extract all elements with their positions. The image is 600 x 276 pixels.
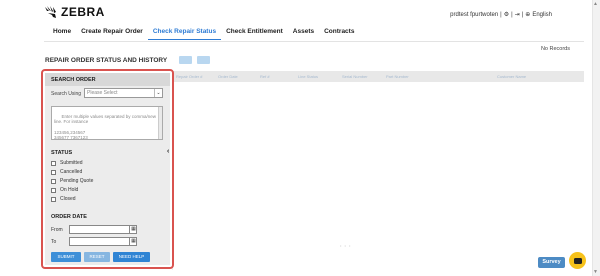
nav-assets[interactable]: Assets: [288, 28, 319, 40]
to-date-input[interactable]: [69, 237, 137, 246]
nav-divider: [44, 41, 584, 42]
page-scrollbar[interactable]: ▲ ▼: [592, 0, 600, 276]
toolbar-button[interactable]: [179, 56, 192, 64]
submit-button[interactable]: SUBMIT: [51, 252, 81, 262]
reset-button[interactable]: RESET: [84, 252, 110, 262]
column-header[interactable]: Repair Order #: [176, 74, 202, 79]
column-header[interactable]: Order Date: [218, 74, 238, 79]
user-bar: prdtest fpurtwoten | ⚙ | ⇥ | ⊕ English: [450, 11, 552, 19]
status-title: STATUS: [51, 150, 73, 156]
checkbox[interactable]: [51, 196, 56, 202]
search-values-textarea[interactable]: Enter multiple values separated by comma…: [51, 106, 163, 140]
main-nav: Home Create Repair Order Check Repair St…: [48, 28, 359, 40]
status-label: Submitted: [60, 160, 83, 166]
results-grid-body: [172, 82, 584, 270]
pager-dots: • • •: [340, 243, 352, 248]
status-label: Closed: [60, 196, 76, 202]
column-header[interactable]: Line Status: [298, 74, 318, 79]
search-using-select[interactable]: Please Select ⌄: [84, 88, 163, 98]
logout-icon[interactable]: ⇥: [515, 11, 520, 18]
status-option-on-hold[interactable]: On Hold: [51, 187, 78, 193]
chevron-down-icon: ⌄: [154, 89, 162, 97]
chat-icon: [573, 257, 582, 264]
chat-button[interactable]: [569, 252, 586, 269]
nav-check-entitlement[interactable]: Check Entitlement: [221, 28, 288, 40]
page-title: REPAIR ORDER STATUS AND HISTORY: [45, 57, 168, 64]
zebra-head-icon: [45, 6, 56, 18]
separator: |: [521, 11, 524, 18]
gear-icon[interactable]: ⚙: [504, 11, 509, 18]
brand-name: ZEBRA: [61, 5, 105, 19]
scroll-up-icon[interactable]: ▲: [593, 1, 598, 7]
nav-create-repair-order[interactable]: Create Repair Order: [76, 28, 148, 40]
survey-button[interactable]: Survey: [538, 257, 565, 268]
header: ZEBRA prdtest fpurtwoten | ⚙ | ⇥ | ⊕ Eng…: [0, 0, 592, 26]
checkbox[interactable]: [51, 160, 56, 166]
to-label: To: [51, 239, 57, 245]
search-order-title: SEARCH ORDER: [51, 77, 96, 83]
column-header[interactable]: Part Number: [386, 74, 409, 79]
column-header[interactable]: Ref #: [260, 74, 270, 79]
from-label: From: [51, 227, 63, 233]
status-option-pending-quote[interactable]: Pending Quote: [51, 178, 93, 184]
search-using-label: Search Using: [51, 91, 82, 97]
collapse-panel-icon[interactable]: ‹: [167, 148, 169, 155]
separator: |: [511, 11, 513, 18]
checkbox[interactable]: [51, 187, 56, 193]
order-date-title: ORDER DATE: [51, 214, 87, 220]
status-option-cancelled[interactable]: Cancelled: [51, 169, 82, 175]
separator: |: [500, 11, 502, 18]
textarea-placeholder: Enter multiple values separated by comma…: [54, 114, 157, 140]
calendar-icon[interactable]: ▦: [129, 225, 137, 234]
need-help-button[interactable]: NEED HELP: [113, 252, 150, 262]
column-header[interactable]: Serial Number: [342, 74, 368, 79]
nav-contracts[interactable]: Contracts: [319, 28, 359, 40]
textarea-scrollbar[interactable]: [158, 107, 162, 139]
status-label: Pending Quote: [60, 178, 94, 184]
search-panel-highlight: SEARCH ORDER Search Using Please Select …: [41, 69, 174, 269]
status-option-submitted[interactable]: Submitted: [51, 160, 83, 166]
globe-icon: ⊕: [525, 12, 531, 18]
scroll-down-icon[interactable]: ▼: [593, 269, 598, 275]
calendar-icon[interactable]: ▦: [129, 237, 137, 246]
checkbox[interactable]: [51, 178, 56, 184]
brand-logo[interactable]: ZEBRA: [44, 5, 105, 19]
no-records-label: No Records: [540, 46, 570, 52]
status-label: On Hold: [60, 187, 79, 193]
status-option-closed[interactable]: Closed: [51, 196, 76, 202]
language-selector[interactable]: English: [532, 12, 552, 18]
toolbar-button[interactable]: [197, 56, 210, 64]
search-panel: SEARCH ORDER Search Using Please Select …: [45, 73, 170, 265]
user-name[interactable]: prdtest fpurtwoten: [450, 12, 498, 18]
from-date-input[interactable]: [69, 225, 137, 234]
checkbox[interactable]: [51, 169, 56, 175]
column-header[interactable]: Customer Name: [497, 74, 526, 79]
nav-home[interactable]: Home: [48, 28, 76, 40]
status-label: Cancelled: [60, 169, 83, 175]
nav-check-repair-status[interactable]: Check Repair Status: [147, 28, 222, 40]
search-using-value: Please Select: [87, 90, 118, 96]
